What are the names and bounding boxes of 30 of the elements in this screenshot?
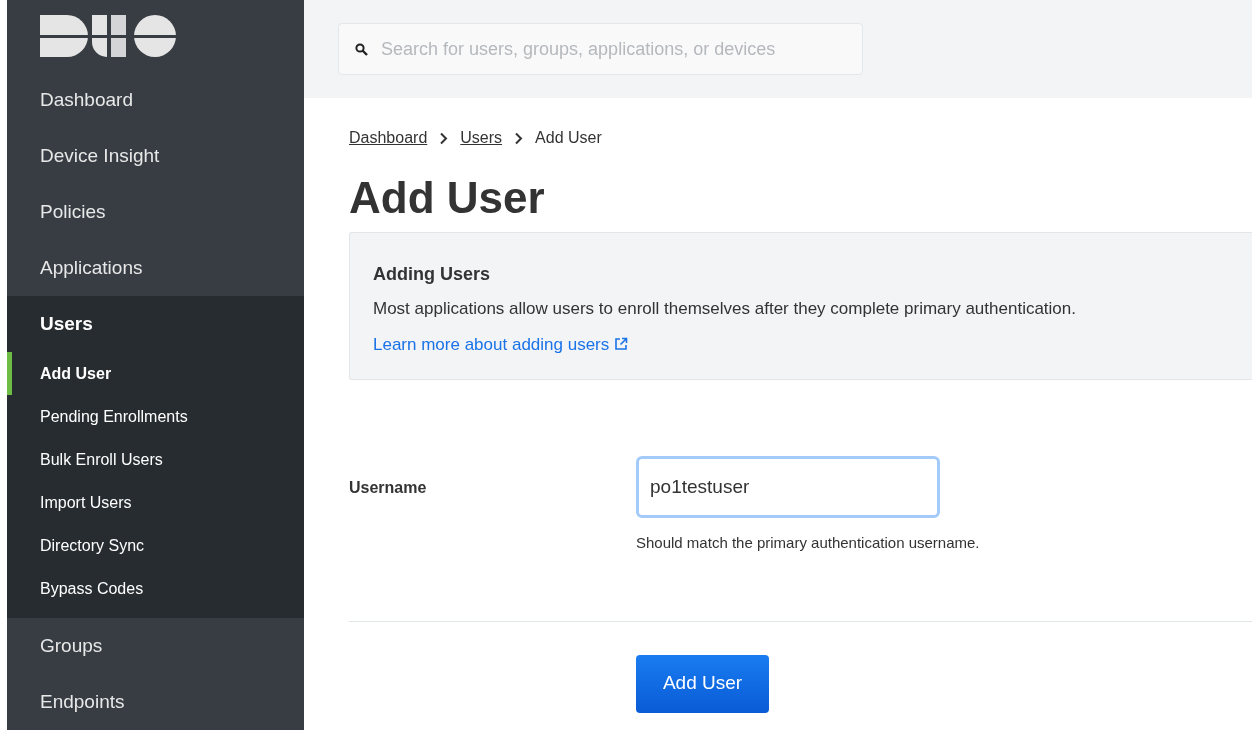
info-title: Adding Users xyxy=(373,263,492,286)
breadcrumb-link[interactable]: Dashboard xyxy=(349,126,428,150)
sidebar-subitem[interactable]: Directory Sync xyxy=(7,524,304,567)
sidebar-item[interactable]: Policies xyxy=(40,197,106,227)
info-text: Most applications allow users to enroll themselves after they complete primary authentication. xyxy=(373,298,1077,320)
field-hint: Should match the primary authentication username. xyxy=(636,533,980,553)
chevron-icon xyxy=(439,131,449,145)
chevron-icon xyxy=(514,131,524,145)
sidebar-subitem[interactable]: Bypass Codes xyxy=(7,567,304,610)
username-label: Username xyxy=(349,478,428,498)
sidebar-subitem[interactable]: Add User xyxy=(7,352,304,395)
sidebar-item[interactable]: Endpoints xyxy=(40,687,125,717)
breadcrumb-link[interactable]: Users xyxy=(460,126,503,150)
sidebar-item[interactable]: Device Insight xyxy=(40,141,160,171)
search-icon xyxy=(355,43,368,56)
breadcrumb-current: Add User xyxy=(535,128,602,148)
page-title: Add User xyxy=(349,172,546,224)
learn-more-link[interactable]: Learn more about adding users xyxy=(373,331,629,357)
sidebar-item[interactable]: Dashboard xyxy=(40,85,133,115)
sidebar-subitem[interactable]: Bulk Enroll Users xyxy=(7,438,304,481)
external-link-icon xyxy=(614,337,629,352)
add-user-button[interactable]: Add User xyxy=(636,654,769,713)
sidebar-subitem[interactable]: Import Users xyxy=(7,481,304,524)
sidebar-subitem[interactable]: Pending Enrollments xyxy=(7,395,304,438)
logo-icon xyxy=(40,15,178,57)
search-field[interactable]: Search for users, groups, applications, or devices xyxy=(338,23,863,75)
username-field[interactable]: po1testuser xyxy=(636,456,940,518)
sidebar-item[interactable]: Applications xyxy=(40,253,143,283)
sidebar-item[interactable]: Users xyxy=(40,309,93,339)
sidebar-item[interactable]: Groups xyxy=(40,631,103,661)
